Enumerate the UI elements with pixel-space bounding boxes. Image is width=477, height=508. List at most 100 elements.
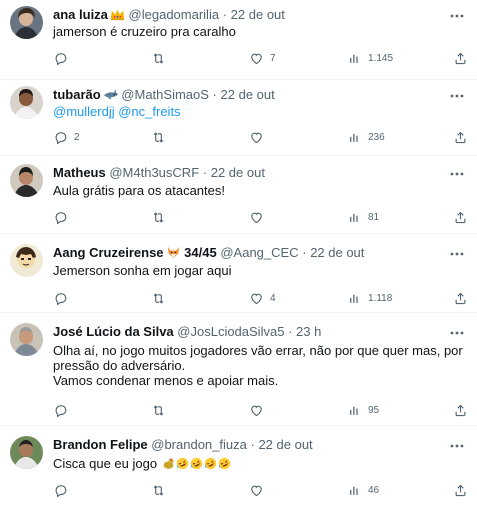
views-button[interactable]: 46: [347, 481, 379, 499]
views-button[interactable]: 1.145: [347, 49, 393, 67]
tweet-text-line: jamerson é cruzeiro pra caralho: [53, 24, 236, 39]
like-button[interactable]: 4: [249, 289, 276, 307]
share-button[interactable]: [453, 208, 468, 226]
tweet[interactable]: Aang Cruzeirense 34/45 @Aang_CEC · 22 de…: [0, 234, 477, 313]
handle[interactable]: @brandon_fiuza: [151, 437, 247, 452]
reply-button[interactable]: [53, 208, 74, 226]
retweet-icon: [153, 211, 164, 223]
timestamp[interactable]: 23 h: [296, 324, 321, 339]
reply-icon: [55, 292, 67, 305]
share-icon: [455, 404, 466, 416]
display-name[interactable]: Matheus: [53, 165, 106, 180]
views-icon: [350, 54, 358, 63]
retweet-button[interactable]: [151, 401, 172, 419]
display-name[interactable]: tubarão: [53, 87, 101, 102]
tweet-actions: 2 236: [53, 128, 467, 146]
more-options-icon[interactable]: [449, 8, 465, 24]
tweet-actions: 4 1.118: [53, 289, 467, 307]
timestamp[interactable]: 22 de out: [310, 245, 364, 260]
avatar[interactable]: [10, 6, 43, 39]
retweet-button[interactable]: [151, 208, 172, 226]
avatar[interactable]: [10, 244, 43, 277]
share-button[interactable]: [453, 481, 468, 499]
timestamp[interactable]: 22 de out: [231, 7, 285, 22]
more-options-icon[interactable]: [449, 88, 465, 104]
heart-icon: [251, 485, 262, 496]
handle[interactable]: @M4th3usCRF: [109, 165, 199, 180]
tweet-text-line: Olha aí, no jogo muitos jogadores vão er…: [53, 343, 463, 358]
share-icon: [455, 292, 466, 304]
like-button[interactable]: [249, 208, 270, 226]
handle[interactable]: @MathSimaoS: [121, 87, 209, 102]
reply-button[interactable]: [53, 401, 74, 419]
rofl-icon: [190, 457, 203, 470]
share-button[interactable]: [453, 401, 468, 419]
separator-dot: ·: [222, 7, 228, 22]
more-options-icon[interactable]: [449, 438, 465, 454]
more-options-icon[interactable]: [449, 246, 465, 262]
avatar[interactable]: [10, 323, 43, 356]
display-name[interactable]: Brandon Felipe: [53, 437, 148, 452]
reply-button[interactable]: [53, 49, 74, 67]
like-button[interactable]: [249, 401, 270, 419]
share-icon: [455, 211, 466, 223]
like-count: 7: [270, 52, 276, 64]
views-button[interactable]: 95: [347, 401, 379, 419]
reply-button[interactable]: [53, 481, 74, 499]
views-icon: [350, 294, 358, 303]
tweet[interactable]: Brandon Felipe @brandon_fiuza · 22 de ou…: [0, 426, 477, 508]
timestamp[interactable]: 22 de out: [258, 437, 312, 452]
retweet-button[interactable]: [151, 481, 172, 499]
view-count: 46: [368, 484, 380, 496]
handle[interactable]: @legadomarilia: [129, 7, 220, 22]
handle[interactable]: @Aang_CEC: [220, 245, 298, 260]
retweet-icon: [153, 484, 164, 496]
mention-link[interactable]: @nc_freits: [118, 104, 180, 119]
like-count: 4: [270, 292, 276, 304]
more-options-icon[interactable]: [449, 166, 465, 182]
views-button[interactable]: 81: [347, 208, 379, 226]
rofl-icon: [176, 457, 189, 470]
retweet-button[interactable]: [151, 49, 172, 67]
display-name[interactable]: Aang Cruzeirense: [53, 245, 164, 260]
share-button[interactable]: [453, 128, 468, 146]
handle[interactable]: @JosLciodaSilva5: [177, 324, 284, 339]
view-count: 95: [368, 404, 380, 416]
tweet[interactable]: ana luiza @legadomarilia · 22 de out jam…: [0, 0, 477, 80]
reply-button[interactable]: [53, 289, 74, 307]
tweet[interactable]: Matheus @M4th3usCRF · 22 de out Aula grá…: [0, 156, 477, 234]
views-button[interactable]: 236: [347, 128, 385, 146]
views-icon: [350, 486, 358, 495]
avatar[interactable]: [10, 164, 43, 197]
mention-link[interactable]: @mullerdjj: [53, 104, 115, 119]
timestamp[interactable]: 22 de out: [221, 87, 275, 102]
tweet-header: ana luiza @legadomarilia · 22 de out: [53, 6, 443, 24]
more-options-icon[interactable]: [449, 325, 465, 341]
timestamp[interactable]: 22 de out: [211, 165, 265, 180]
avatar[interactable]: [10, 86, 43, 119]
fox-icon: [166, 245, 181, 260]
retweet-button[interactable]: [151, 289, 172, 307]
rofl-icon: [218, 457, 231, 470]
retweet-icon: [153, 52, 164, 64]
heart-icon: [251, 53, 262, 64]
retweet-icon: [153, 404, 164, 416]
display-name[interactable]: ana luiza: [53, 7, 108, 22]
tweet[interactable]: tubarão @MathSimaoS · 22 de out @mullerd…: [0, 80, 477, 156]
tweet-text: Jemerson sonha em jogar aqui: [53, 263, 457, 278]
views-button[interactable]: 1.118: [347, 289, 392, 307]
reply-button[interactable]: 2: [53, 128, 80, 146]
retweet-button[interactable]: [151, 128, 172, 146]
like-button[interactable]: [249, 481, 270, 499]
share-button[interactable]: [453, 49, 468, 67]
tweet[interactable]: José Lúcio da Silva @JosLciodaSilva5 · 2…: [0, 313, 477, 426]
like-button[interactable]: [249, 128, 270, 146]
share-button[interactable]: [453, 289, 468, 307]
display-name[interactable]: José Lúcio da Silva: [53, 324, 174, 339]
tweet-text-line: Aula grátis para os atacantes!: [53, 183, 225, 198]
heart-icon: [251, 212, 262, 223]
like-button[interactable]: 7: [249, 49, 276, 67]
views-icon: [350, 213, 358, 222]
heart-icon: [251, 293, 262, 304]
avatar[interactable]: [10, 436, 43, 469]
